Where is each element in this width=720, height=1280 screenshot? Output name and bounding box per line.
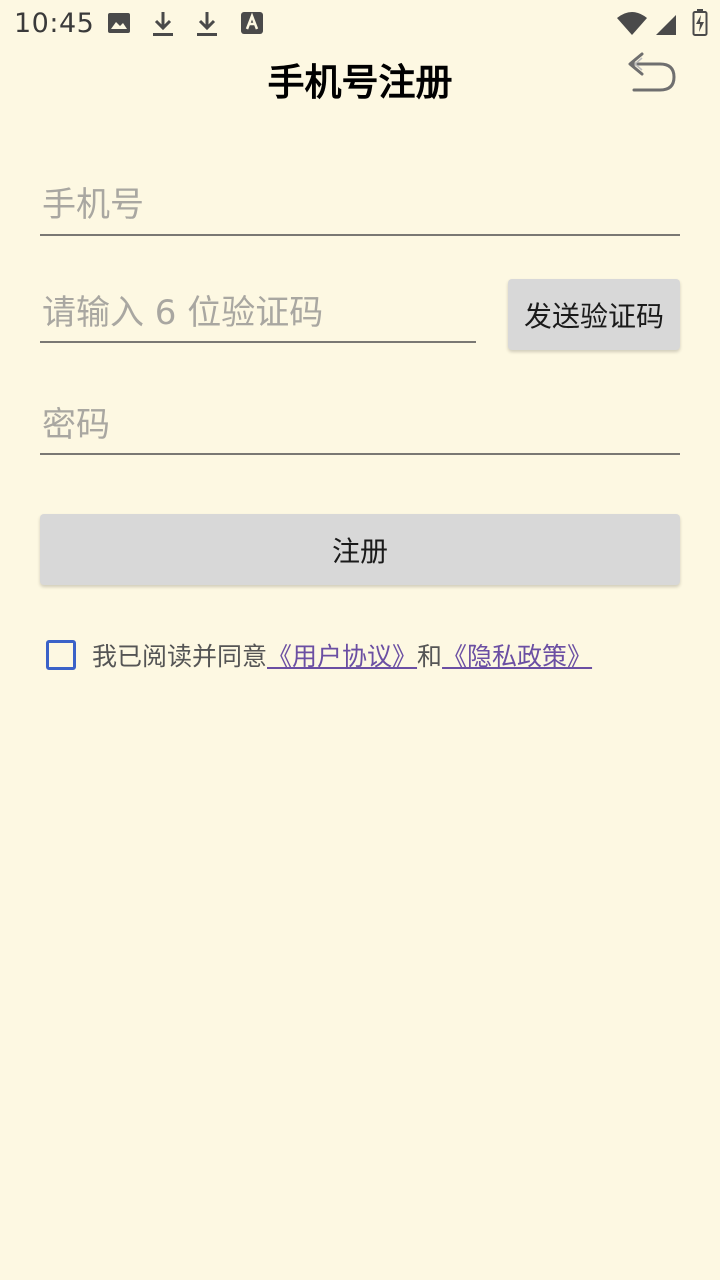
wifi-icon xyxy=(616,12,648,40)
download-icon xyxy=(194,10,220,42)
image-icon xyxy=(106,10,132,40)
battery-icon xyxy=(692,9,708,41)
title-bar: 手机号注册 xyxy=(0,48,720,104)
page-title: 手机号注册 xyxy=(267,61,453,104)
agreement-checkbox[interactable] xyxy=(46,640,76,670)
send-code-button[interactable]: 发送验证码 xyxy=(508,279,680,350)
status-time: 10:45 xyxy=(14,8,95,39)
signal-icon xyxy=(654,12,678,40)
status-bar: 10:45 xyxy=(0,0,720,48)
agreement-row: 我已阅读并同意 《用户协议》 和 《隐私政策》 xyxy=(46,636,592,674)
user-agreement-link[interactable]: 《用户协议》 xyxy=(267,637,417,673)
download-icon xyxy=(150,10,176,42)
phone-field[interactable] xyxy=(40,176,680,236)
agreement-conjunction: 和 xyxy=(417,642,443,671)
verification-code-input[interactable] xyxy=(40,284,476,341)
text-a-icon xyxy=(240,10,264,40)
phone-input[interactable] xyxy=(40,176,680,234)
agreement-prefix: 我已阅读并同意 xyxy=(92,642,268,671)
password-input[interactable] xyxy=(40,396,680,453)
password-field[interactable] xyxy=(40,396,680,455)
back-button[interactable] xyxy=(622,48,686,102)
verification-code-field[interactable] xyxy=(40,284,476,343)
register-button[interactable]: 注册 xyxy=(40,514,680,585)
privacy-policy-link[interactable]: 《隐私政策》 xyxy=(442,637,592,673)
back-arrow-icon xyxy=(628,52,676,92)
